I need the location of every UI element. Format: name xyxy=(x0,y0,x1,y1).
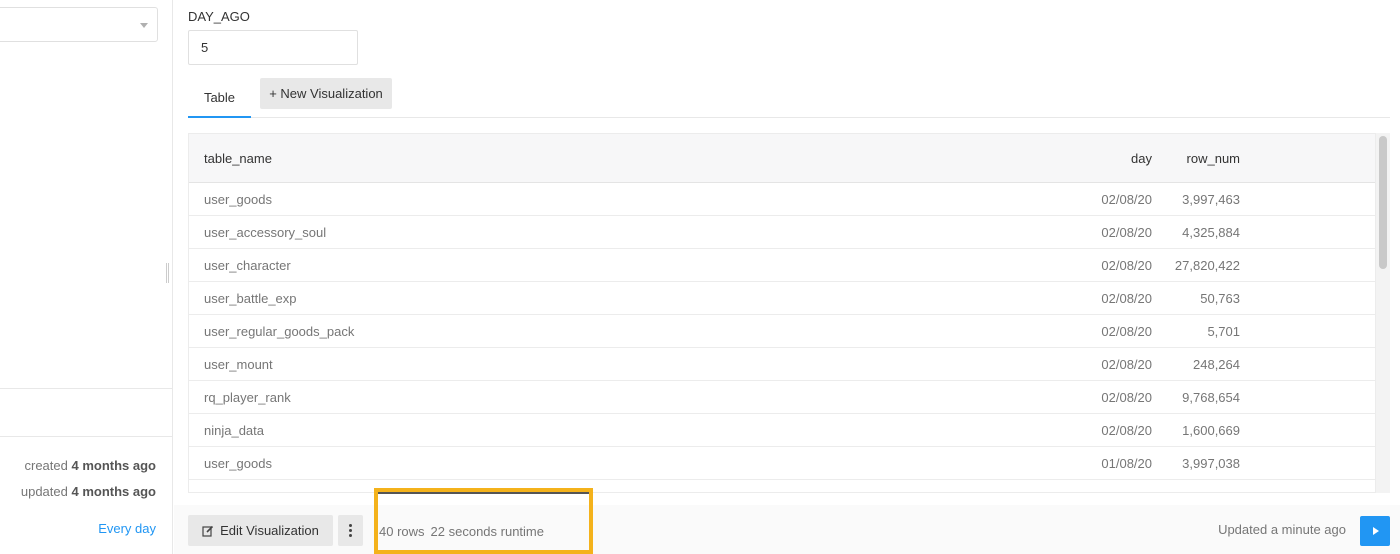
cell-table-name: ninja_data xyxy=(204,423,264,438)
schedule-link[interactable]: Every day xyxy=(98,521,156,536)
cell-day: 02/08/20 xyxy=(1101,192,1152,207)
cell-row-num: 5,701 xyxy=(1207,324,1240,339)
parameter-label: DAY_AGO xyxy=(188,9,250,24)
cell-table-name: user_battle_exp xyxy=(204,291,297,306)
cell-day: 01/08/20 xyxy=(1101,456,1152,471)
sidebar-divider xyxy=(0,436,173,437)
updated-time: 4 months ago xyxy=(71,484,156,499)
table-row: user_regular_goods_pack 02/08/20 5,701 xyxy=(189,315,1375,348)
cell-table-name: user_goods xyxy=(204,192,272,207)
updated-info: updated 4 months ago xyxy=(21,484,156,499)
execute-query-button[interactable] xyxy=(1360,516,1390,546)
cell-day: 02/08/20 xyxy=(1101,225,1152,240)
cell-table-name: user_accessory_soul xyxy=(204,225,327,240)
table-row: user_accessory_soul 02/08/20 4,325,884 xyxy=(189,216,1375,249)
cell-row-num: 3,997,038 xyxy=(1182,456,1240,471)
cell-table-name: rq_player_rank xyxy=(204,390,291,405)
cell-day: 02/08/20 xyxy=(1101,258,1152,273)
created-time: 4 months ago xyxy=(71,458,156,473)
last-updated-text: Updated a minute ago xyxy=(1218,522,1346,537)
scrollbar-thumb[interactable] xyxy=(1379,136,1387,269)
cell-day: 02/08/20 xyxy=(1101,390,1152,405)
query-run-stats: 40 rows 22 seconds runtime xyxy=(379,524,544,539)
column-header-day[interactable]: day xyxy=(1131,151,1152,166)
sidebar-resize-handle[interactable] xyxy=(166,263,169,283)
runtime: 22 seconds runtime xyxy=(430,524,544,539)
play-icon xyxy=(1373,527,1379,535)
cell-row-num: 4,325,884 xyxy=(1182,225,1240,240)
updated-label: updated xyxy=(20,484,68,499)
cell-day: 02/08/20 xyxy=(1101,324,1152,339)
cell-row-num: 9,768,654 xyxy=(1182,390,1240,405)
table-body: user_goods 02/08/20 3,997,463 user_acces… xyxy=(189,183,1375,480)
visualization-tabs: Table + New Visualization xyxy=(188,78,1390,118)
tab-table[interactable]: Table xyxy=(188,78,251,118)
table-scrollbar[interactable] xyxy=(1376,133,1390,493)
more-vertical-icon xyxy=(349,523,352,538)
cell-row-num: 1,600,669 xyxy=(1182,423,1240,438)
table-row: user_character 02/08/20 27,820,422 xyxy=(189,249,1375,282)
cell-day: 02/08/20 xyxy=(1101,357,1152,372)
sidebar-divider xyxy=(0,388,173,389)
main-panel: DAY_AGO Table + New Visualization table_… xyxy=(174,0,1400,554)
data-source-select[interactable] xyxy=(0,7,158,42)
cell-table-name: user_mount xyxy=(204,357,273,372)
created-info: created 4 months ago xyxy=(24,458,156,473)
table-row: user_battle_exp 02/08/20 50,763 xyxy=(189,282,1375,315)
more-options-button[interactable] xyxy=(338,515,363,546)
cell-row-num: 3,997,463 xyxy=(1182,192,1240,207)
parameter-input[interactable] xyxy=(188,30,358,65)
cell-day: 02/08/20 xyxy=(1101,291,1152,306)
table-row: user_goods 02/08/20 3,997,463 xyxy=(189,183,1375,216)
results-table: table_name day row_num user_goods 02/08/… xyxy=(188,133,1376,493)
cell-table-name: user_regular_goods_pack xyxy=(204,324,355,339)
column-header-row-num[interactable]: row_num xyxy=(1187,151,1240,166)
table-row: user_mount 02/08/20 248,264 xyxy=(189,348,1375,381)
table-row: ninja_data 02/08/20 1,600,669 xyxy=(189,414,1375,447)
cell-table-name: user_character xyxy=(204,258,291,273)
edit-visualization-button[interactable]: Edit Visualization xyxy=(188,515,333,546)
column-header-table-name[interactable]: table_name xyxy=(204,151,272,166)
rows-count: 40 rows xyxy=(379,524,425,539)
table-header: table_name day row_num xyxy=(189,134,1375,183)
query-footer: Edit Visualization 40 rows 22 seconds run… xyxy=(174,488,1400,554)
table-row: user_goods 01/08/20 3,997,038 xyxy=(189,447,1375,480)
new-visualization-button[interactable]: + New Visualization xyxy=(260,78,392,109)
edit-icon xyxy=(202,525,214,537)
cell-day: 02/08/20 xyxy=(1101,423,1152,438)
cell-table-name: user_goods xyxy=(204,456,272,471)
sidebar: created 4 months ago updated 4 months ag… xyxy=(0,0,173,554)
created-label: created xyxy=(24,458,68,473)
cell-row-num: 27,820,422 xyxy=(1174,258,1240,273)
edit-visualization-label: Edit Visualization xyxy=(220,523,319,538)
cell-row-num: 50,763 xyxy=(1200,291,1240,306)
highlight-annotation xyxy=(374,488,593,554)
table-row: rq_player_rank 02/08/20 9,768,654 xyxy=(189,381,1375,414)
caret-down-icon xyxy=(140,23,148,28)
cell-row-num: 248,264 xyxy=(1193,357,1240,372)
